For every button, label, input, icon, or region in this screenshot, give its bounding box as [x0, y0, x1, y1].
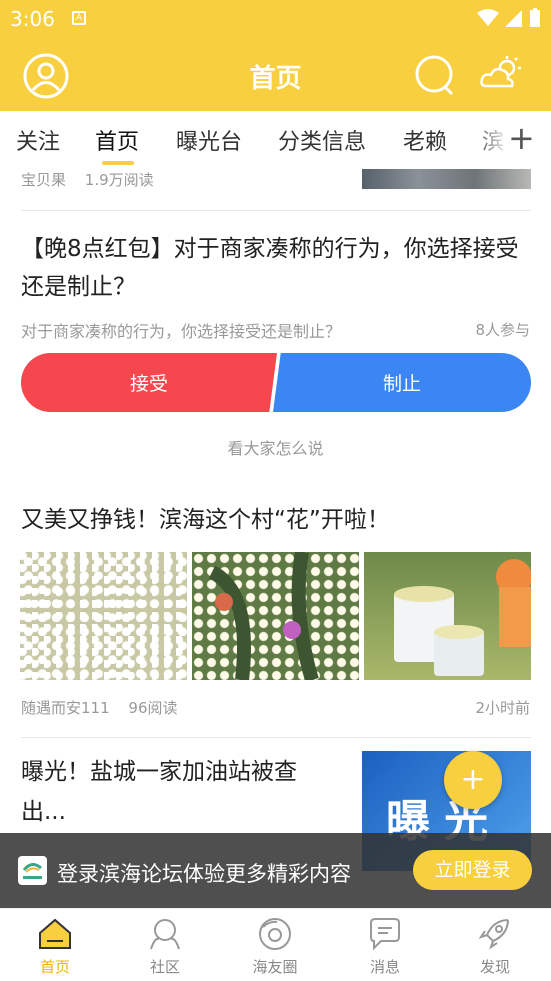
- add-tab-icon[interactable]: +: [508, 119, 535, 157]
- article-time: 2小时前: [475, 699, 530, 717]
- photo-people-illustration: [208, 552, 319, 680]
- article-reads: 96阅读: [128, 699, 178, 717]
- forum-logo-icon: [22, 863, 42, 879]
- poll-accept-label: 接受: [129, 373, 168, 395]
- app-bar: 首页: [0, 38, 551, 111]
- divider: [21, 737, 531, 738]
- nav-label-community: 社区: [149, 958, 180, 976]
- nav-label-discover: 发现: [479, 958, 510, 976]
- top-item-meta: 宝贝果 1.9万阅读: [21, 169, 168, 190]
- top-item-author: 宝贝果: [21, 171, 67, 189]
- photo-buckets-illustration: [394, 559, 531, 676]
- system-icons: [477, 8, 541, 28]
- article-photo-2[interactable]: [192, 552, 359, 680]
- poll-see-comments-link[interactable]: 看大家怎么说: [0, 435, 551, 459]
- tab-home[interactable]: 首页: [95, 124, 139, 156]
- top-item-thumbnail[interactable]: [362, 169, 531, 189]
- poll-title[interactable]: 【晚8点红包】对于商家凑称的行为，你选择接受还是制止？: [21, 230, 531, 306]
- nav-label-friends-circle: 海友圈: [252, 958, 298, 976]
- community-icon: [150, 919, 180, 950]
- status-bar: 3:06 A: [0, 0, 551, 38]
- wifi-icon: [477, 9, 499, 26]
- rocket-icon: [478, 918, 510, 950]
- nav-label-home: 首页: [39, 958, 70, 976]
- notification-a-icon: A: [72, 11, 86, 25]
- forum-logo: [18, 856, 47, 885]
- home-icon: [39, 918, 71, 949]
- friends-circle-icon: [259, 918, 291, 950]
- login-button[interactable]: 立即登录: [413, 850, 532, 890]
- weather-cloud-sun-icon: [480, 56, 521, 88]
- tab-classified[interactable]: 分类信息: [278, 124, 366, 156]
- poll-reject-label: 制止: [382, 373, 421, 395]
- nav-item-home[interactable]: 首页: [0, 909, 110, 981]
- poll-participants: 8人参与: [475, 321, 530, 339]
- battery-icon: [530, 8, 540, 27]
- tabs-fade: [470, 111, 510, 169]
- divider: [21, 210, 531, 211]
- article-author: 随遇而安111: [21, 699, 110, 717]
- tab-exposure[interactable]: 曝光台: [176, 124, 242, 156]
- bottom-navigation: 首页 社区 海友圈 消息 发现: [0, 908, 551, 981]
- tab-defaulters[interactable]: 老赖: [403, 124, 447, 156]
- article-title[interactable]: 又美又挣钱！滨海这个村“花”开啦！: [21, 500, 390, 534]
- signal-icon: [505, 10, 522, 27]
- create-post-fab[interactable]: +: [444, 751, 502, 809]
- nav-item-community[interactable]: 社区: [110, 909, 220, 981]
- status-time: 3:06: [10, 7, 55, 31]
- nav-item-friends-circle[interactable]: 海友圈: [220, 909, 330, 981]
- search-button[interactable]: [414, 54, 456, 100]
- page-title: 首页: [249, 64, 302, 94]
- category-tabs: 关注 首页 曝光台 分类信息 老赖 滨 +: [0, 111, 551, 169]
- tab-follow[interactable]: 关注: [16, 124, 60, 156]
- login-banner-message: 登录滨海论坛体验更多精彩内容: [57, 862, 351, 886]
- news2-title[interactable]: 曝光！盐城一家加油站被查出...: [21, 752, 341, 832]
- login-banner: 登录滨海论坛体验更多精彩内容 立即登录: [0, 833, 551, 908]
- nav-item-messages[interactable]: 消息: [330, 909, 440, 981]
- weather-button[interactable]: [480, 56, 522, 96]
- article-photo-3[interactable]: [364, 552, 531, 680]
- search-icon: [415, 55, 454, 96]
- poll-subtitle: 对于商家凑称的行为，你选择接受还是制止？: [21, 322, 342, 341]
- poll-accept-button[interactable]: 接受: [21, 353, 277, 412]
- top-item-reads: 1.9万阅读: [84, 171, 154, 189]
- article-meta: 随遇而安111 96阅读: [21, 697, 192, 718]
- poll-reject-button[interactable]: 制止: [273, 353, 531, 412]
- article-photo-1[interactable]: [20, 552, 187, 680]
- nav-item-discover[interactable]: 发现: [440, 909, 550, 981]
- nav-label-messages: 消息: [369, 958, 400, 976]
- active-tab-indicator: [102, 161, 134, 165]
- message-icon: [370, 918, 400, 951]
